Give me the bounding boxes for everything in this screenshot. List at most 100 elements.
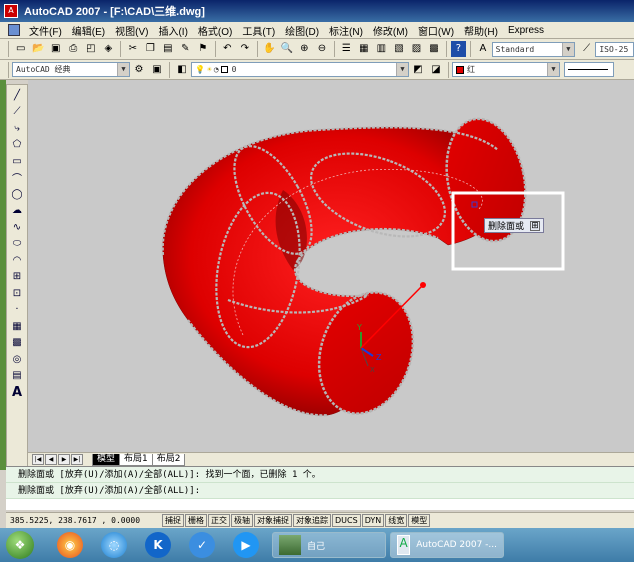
redo-icon[interactable]: ↷ bbox=[237, 41, 253, 57]
chevron-down-icon[interactable]: ▼ bbox=[547, 63, 559, 76]
menu-tools[interactable]: 工具(T) bbox=[237, 23, 280, 38]
tab-layout2[interactable]: 布局2 bbox=[151, 453, 186, 466]
paste-icon[interactable]: ▤ bbox=[160, 41, 176, 57]
video-player-icon[interactable]: ▶ bbox=[233, 532, 259, 558]
layer-select[interactable]: 💡 ☀ ◔ 0 ▼ bbox=[191, 62, 409, 77]
copy-icon[interactable]: ❐ bbox=[143, 41, 159, 57]
make-block-icon[interactable]: ⊡ bbox=[8, 285, 26, 301]
command-window[interactable]: 删除面或 [放弃(U)/添加(A)/全部(ALL)]: 找到一个面，已删除 1 … bbox=[6, 466, 634, 510]
document-icon[interactable] bbox=[8, 24, 20, 36]
command-prompt[interactable]: 删除面或 [放弃(U)/添加(A)/全部(ALL)]: bbox=[6, 483, 634, 499]
menu-window[interactable]: 窗口(W) bbox=[413, 23, 459, 38]
color-select[interactable]: 红 ▼ bbox=[452, 62, 560, 77]
grid-toggle[interactable]: 栅格 bbox=[185, 514, 207, 527]
polar-toggle[interactable]: 极轴 bbox=[231, 514, 253, 527]
menu-draw[interactable]: 绘图(D) bbox=[280, 23, 324, 38]
prev-tab-icon[interactable]: ◀ bbox=[45, 454, 57, 465]
gradient-icon[interactable]: ▩ bbox=[8, 335, 26, 351]
ellipse-arc-icon[interactable]: ◠ bbox=[8, 252, 26, 268]
insert-block-icon[interactable]: ⊞ bbox=[8, 269, 26, 285]
polygon-icon[interactable]: ⬠ bbox=[8, 137, 26, 153]
spline-icon[interactable]: ∿ bbox=[8, 219, 26, 235]
publish-icon[interactable]: ◈ bbox=[101, 41, 117, 57]
properties-icon[interactable]: ☰ bbox=[339, 41, 355, 57]
osnap-toggle[interactable]: 对象捕捉 bbox=[254, 514, 292, 527]
markup-icon[interactable]: ▨ bbox=[409, 41, 425, 57]
block-editor-icon[interactable]: ⚑ bbox=[195, 41, 211, 57]
coordinate-readout[interactable]: 385.5225, 238.7617 , 0.0000 bbox=[6, 516, 162, 525]
drawing-canvas[interactable]: Y Z X 删除面或 ⊞ bbox=[28, 80, 634, 452]
zoom-previous-icon[interactable]: ⊖ bbox=[314, 41, 330, 57]
next-tab-icon[interactable]: ▶ bbox=[58, 454, 70, 465]
linetype-select[interactable] bbox=[564, 62, 614, 77]
menu-insert[interactable]: 插入(I) bbox=[153, 23, 192, 38]
multiline-text-icon[interactable]: A bbox=[8, 384, 26, 400]
text-style-select[interactable]: Standard ▼ bbox=[491, 41, 575, 57]
shield-icon[interactable]: ✓ bbox=[189, 532, 215, 558]
undo-icon[interactable]: ↶ bbox=[220, 41, 236, 57]
calculator-icon[interactable]: ▩ bbox=[426, 41, 442, 57]
menu-format[interactable]: 格式(O) bbox=[193, 23, 237, 38]
match-properties-icon[interactable]: ✎ bbox=[178, 41, 194, 57]
ortho-toggle[interactable]: 正交 bbox=[208, 514, 230, 527]
help-icon[interactable]: ? bbox=[450, 41, 467, 57]
revision-cloud-icon[interactable]: ☁ bbox=[8, 203, 26, 219]
layer-properties-icon[interactable]: ◧ bbox=[174, 62, 190, 78]
workspace-settings-icon[interactable]: ⚙ bbox=[131, 62, 147, 78]
k-app-icon[interactable]: K bbox=[145, 532, 171, 558]
dim-style-select[interactable]: ISO-25 bbox=[595, 41, 634, 57]
otrack-toggle[interactable]: 对象追踪 bbox=[293, 514, 331, 527]
last-tab-icon[interactable]: ▶| bbox=[71, 454, 83, 465]
dyn-toggle[interactable]: DYN bbox=[361, 514, 385, 527]
lineweight-toggle[interactable]: 线宽 bbox=[385, 514, 408, 527]
design-center-icon[interactable]: ▦ bbox=[356, 41, 372, 57]
first-tab-icon[interactable]: |◀ bbox=[32, 454, 44, 465]
save-icon[interactable]: ▣ bbox=[48, 41, 64, 57]
rectangle-icon[interactable]: ▭ bbox=[8, 153, 26, 169]
taskbar-item-autocad[interactable]: A AutoCAD 2007 -... bbox=[390, 532, 504, 558]
tab-layout1[interactable]: 布局1 bbox=[119, 453, 153, 466]
menu-file[interactable]: 文件(F) bbox=[24, 23, 67, 38]
open-file-icon[interactable]: 📂 bbox=[30, 41, 46, 57]
table-icon[interactable]: ▤ bbox=[8, 368, 26, 384]
new-file-icon[interactable]: ▭ bbox=[13, 41, 29, 57]
menu-edit[interactable]: 编辑(E) bbox=[67, 23, 110, 38]
circle-icon[interactable]: ◯ bbox=[8, 186, 26, 202]
hatch-icon[interactable]: ▦ bbox=[8, 318, 26, 334]
chrome-icon[interactable]: ◉ bbox=[57, 532, 83, 558]
line-icon[interactable]: ╱ bbox=[8, 87, 26, 103]
cut-icon[interactable]: ✂ bbox=[125, 41, 141, 57]
ellipse-icon[interactable]: ⬭ bbox=[8, 236, 26, 252]
tab-model[interactable]: 模型 bbox=[92, 453, 121, 466]
menu-express[interactable]: Express bbox=[503, 25, 549, 36]
snap-toggle[interactable]: 捕捉 bbox=[162, 514, 184, 527]
menu-modify[interactable]: 修改(M) bbox=[368, 23, 413, 38]
arc-icon[interactable]: ⌒ bbox=[8, 170, 26, 186]
point-icon[interactable]: · bbox=[8, 302, 26, 318]
menu-help[interactable]: 帮助(H) bbox=[459, 23, 503, 38]
ducs-toggle[interactable]: DUCS bbox=[332, 514, 361, 527]
region-icon[interactable]: ◎ bbox=[8, 351, 26, 367]
chevron-down-icon[interactable]: ▼ bbox=[396, 63, 408, 76]
taskbar-item-photo[interactable]: 自己 bbox=[272, 532, 386, 558]
sheet-set-icon[interactable]: ▧ bbox=[391, 41, 407, 57]
tool-palettes-icon[interactable]: ▥ bbox=[374, 41, 390, 57]
layer-previous-icon[interactable]: ◪ bbox=[428, 62, 444, 78]
make-current-layer-icon[interactable]: ◩ bbox=[410, 62, 426, 78]
chevron-down-icon[interactable]: ▼ bbox=[561, 42, 574, 56]
pan-icon[interactable]: ✋ bbox=[262, 41, 278, 57]
expand-options-icon[interactable]: ⊞ bbox=[530, 220, 541, 231]
plot-preview-icon[interactable]: ◰ bbox=[83, 41, 99, 57]
browser-icon[interactable]: ◌ bbox=[101, 532, 127, 558]
workspace-save-icon[interactable]: ▣ bbox=[149, 62, 165, 78]
menu-dimension[interactable]: 标注(N) bbox=[324, 23, 368, 38]
start-button[interactable]: ❖ bbox=[6, 531, 34, 559]
menu-view[interactable]: 视图(V) bbox=[110, 23, 153, 38]
workspace-select[interactable]: AutoCAD 经典 ▼ bbox=[12, 62, 130, 77]
zoom-realtime-icon[interactable]: 🔍 bbox=[279, 41, 295, 57]
zoom-window-icon[interactable]: ⊕ bbox=[297, 41, 313, 57]
chevron-down-icon[interactable]: ▼ bbox=[117, 63, 129, 76]
print-icon[interactable]: ⎙ bbox=[66, 41, 82, 57]
construction-line-icon[interactable]: ⟋ bbox=[8, 104, 26, 120]
model-toggle[interactable]: 模型 bbox=[408, 514, 431, 527]
